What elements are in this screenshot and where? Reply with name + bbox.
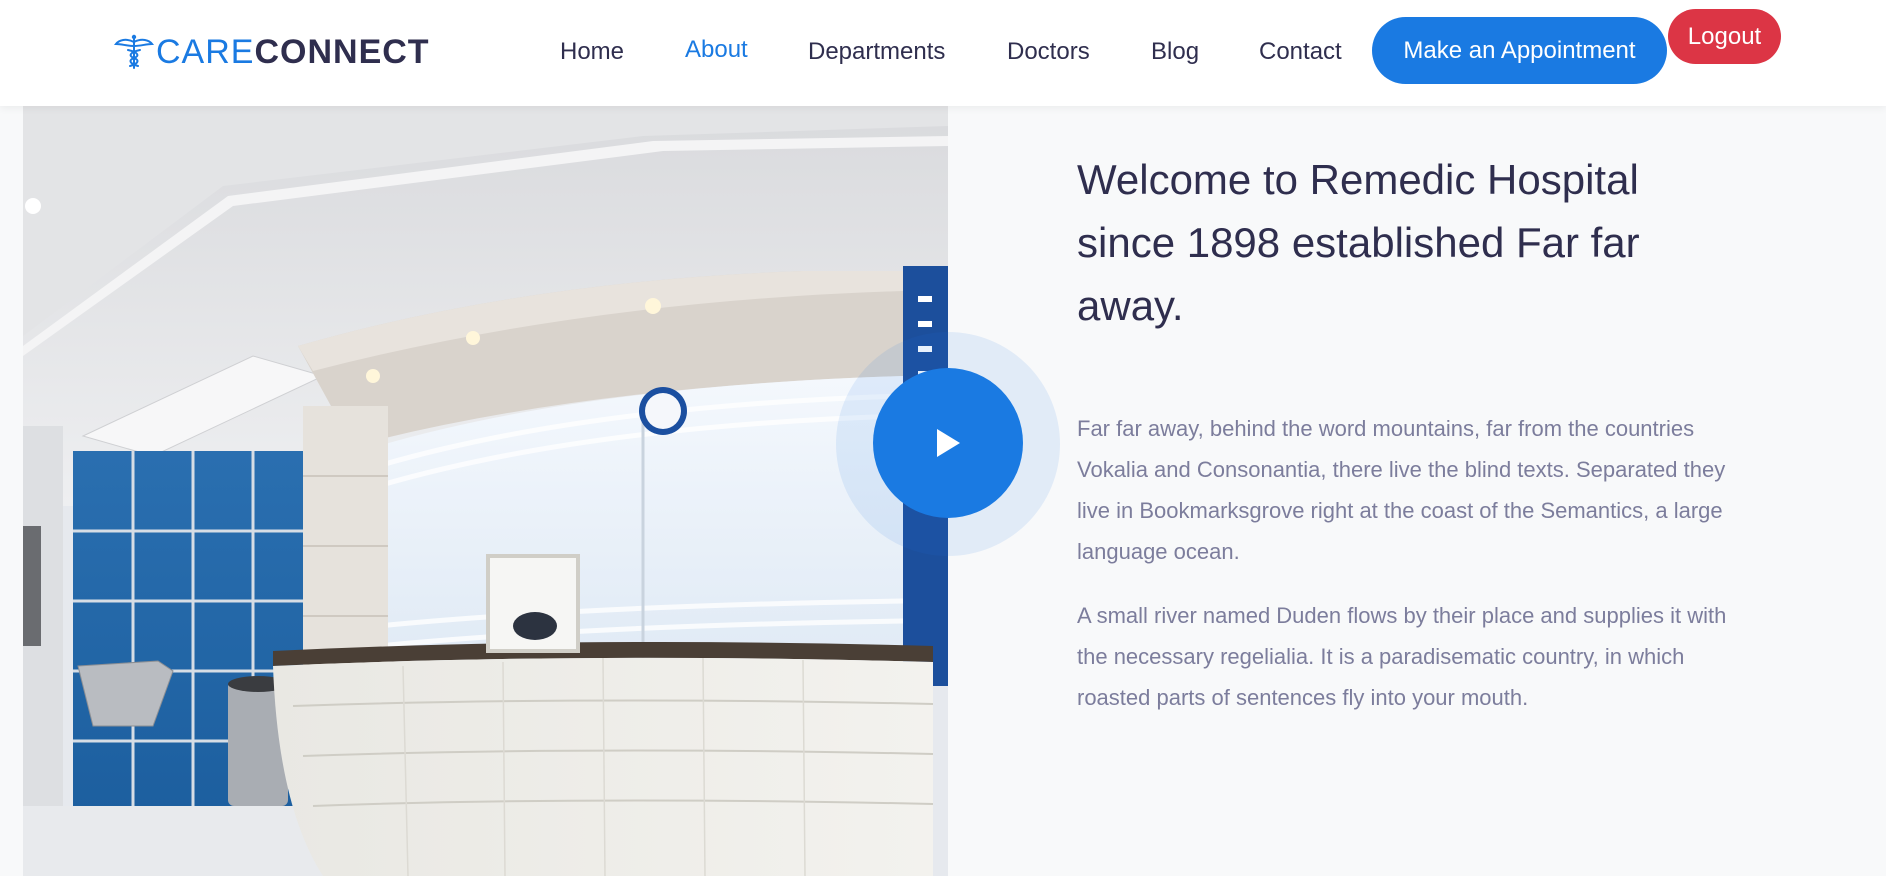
nav-home[interactable]: Home (560, 38, 624, 66)
make-appointment-button[interactable]: Make an Appointment (1372, 17, 1667, 84)
hospital-reception-photo (23, 106, 948, 876)
about-paragraph-1: Far far away, behind the word mountains,… (1077, 416, 1726, 564)
about-heading: Welcome to Remedic Hospital since 1898 e… (1077, 156, 1640, 329)
top-navbar: CARE CONNECT Home About Departments Docto… (0, 0, 1886, 106)
brand-name-connect: CONNECT (254, 32, 430, 71)
nav-departments[interactable]: Departments (808, 38, 945, 66)
nav-contact[interactable]: Contact (1259, 38, 1342, 66)
play-icon (937, 429, 960, 457)
play-video-button[interactable] (873, 368, 1023, 518)
nav-blog[interactable]: Blog (1151, 38, 1199, 66)
nav-about[interactable]: About (685, 36, 748, 64)
logout-button[interactable]: Logout (1668, 9, 1781, 64)
caduceus-icon (114, 34, 154, 69)
about-section: Welcome to Remedic Hospital since 1898 e… (1077, 148, 1777, 710)
nav-doctors[interactable]: Doctors (1007, 38, 1090, 66)
brand-name-care: CARE (156, 32, 255, 71)
brand-logo[interactable]: CARE CONNECT (114, 30, 430, 74)
about-paragraph-2: A small river named Duden flows by their… (1077, 603, 1727, 710)
